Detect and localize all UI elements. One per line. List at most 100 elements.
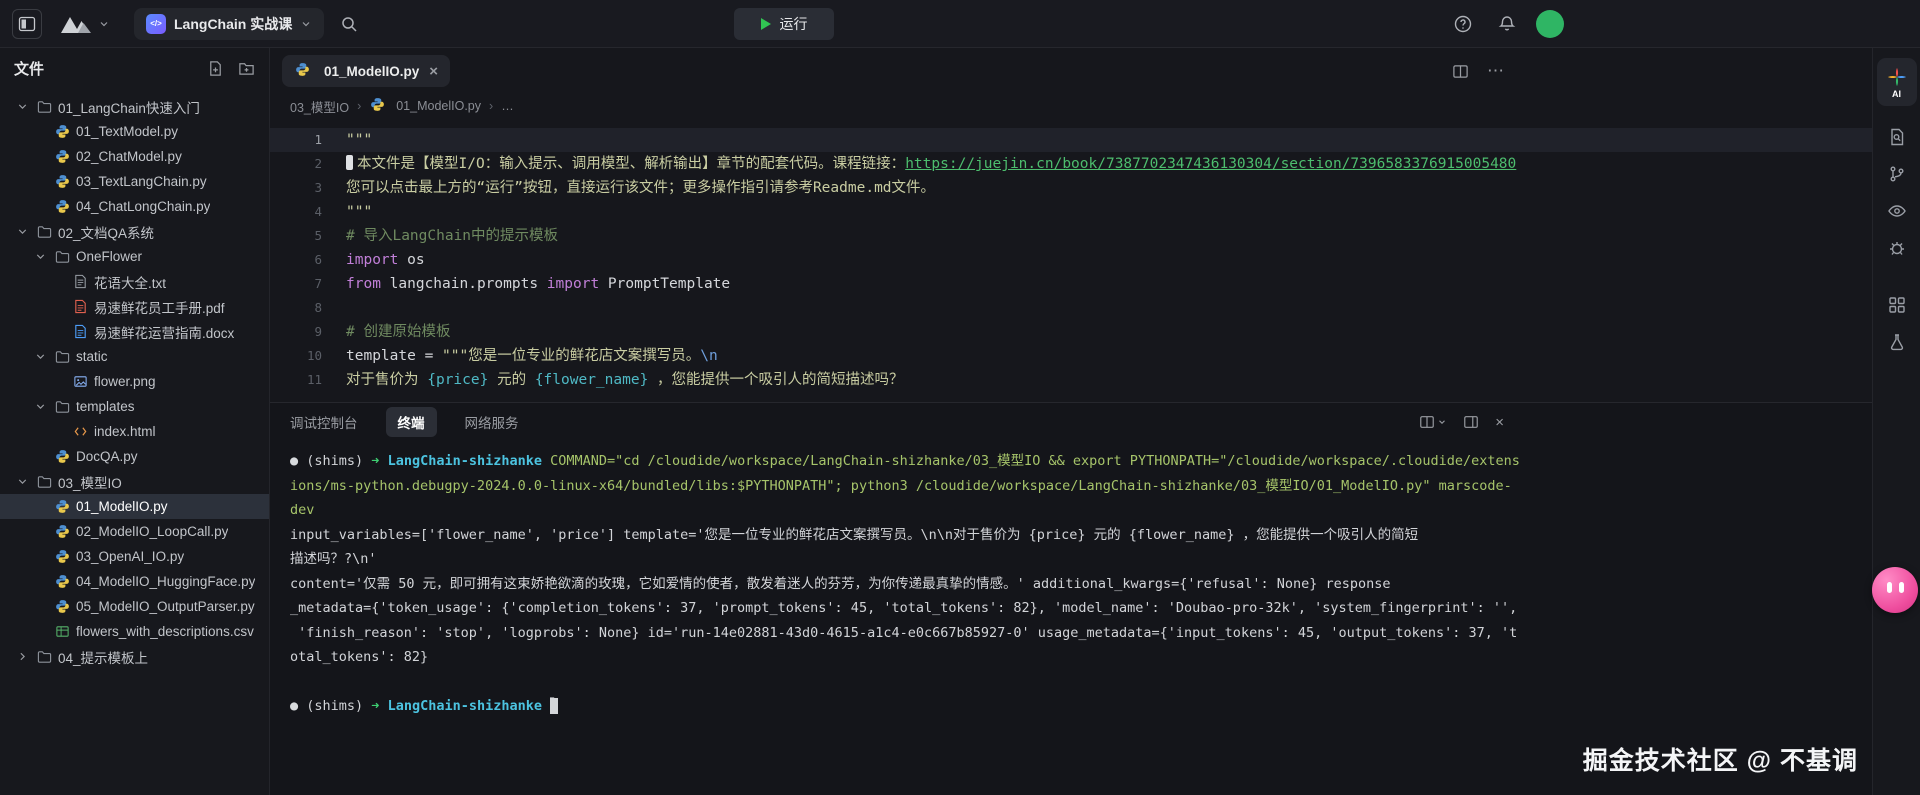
tree-file-flowers_with_descriptions.csv[interactable]: flowers_with_descriptions.csv <box>0 619 269 644</box>
code-editor[interactable]: 1"""2本文件是【模型I/O：输入提示、调用模型、解析输出】章节的配套代码。课… <box>270 120 1872 402</box>
line-number: 1 <box>270 128 322 152</box>
tree-folder-01_LangChain快速入门[interactable]: 01_LangChain快速入门 <box>0 94 269 119</box>
tree-folder-static[interactable]: static <box>0 344 269 369</box>
terminal-line-11: ● (shims) ➜ LangChain-shizhanke ▌ <box>290 694 1872 719</box>
sidebar-toggle-button[interactable] <box>12 9 42 39</box>
terminal-line-6: content='仅需 50 元，即可拥有这束娇艳欲滴的玫瑰，它如爱情的使者，散… <box>290 572 1872 597</box>
breadcrumb-folder[interactable]: 03_模型IO <box>290 97 349 116</box>
tree-file-花语大全.txt[interactable]: 花语大全.txt <box>0 269 269 294</box>
new-file-button[interactable] <box>207 60 224 77</box>
python-file-icon <box>54 524 71 539</box>
tree-file-01_ModelIO.py[interactable]: 01_ModelIO.py <box>0 494 269 519</box>
tree-item-label: 04_ChatLongChain.py <box>76 199 210 214</box>
tree-file-易速鲜花运营指南.docx[interactable]: 易速鲜花运营指南.docx <box>0 319 269 344</box>
tree-folder-OneFlower[interactable]: OneFlower <box>0 244 269 269</box>
notifications-button[interactable] <box>1492 9 1522 39</box>
watermark: 掘金技术社区 @ 不基调 <box>1583 741 1858 777</box>
tree-item-label: OneFlower <box>76 249 142 264</box>
editor-area: 01_ModelIO.py × ⋯ 03_模型IO › 01_ModelIO.p… <box>270 48 1872 795</box>
tree-folder-02_文档QA系统[interactable]: 02_文档QA系统 <box>0 219 269 244</box>
editor-more-button[interactable]: ⋯ <box>1487 61 1504 81</box>
code-line-1[interactable]: 1""" <box>270 128 1872 152</box>
ai-assistant-button[interactable]: AI <box>1877 58 1917 106</box>
tree-file-03_TextLangChain.py[interactable]: 03_TextLangChain.py <box>0 169 269 194</box>
code-line-3[interactable]: 3您可以点击最上方的“运行”按钮，直接运行该文件；更多操作指引请参考Readme… <box>270 176 1872 200</box>
doubao-assistant-button[interactable] <box>1872 567 1918 613</box>
code-line-11[interactable]: 11对于售价为 {price} 元的 {flower_name} ，您能提供一个… <box>270 368 1872 392</box>
tree-item-label: 02_ModelIO_LoopCall.py <box>76 524 228 539</box>
editor-tab-01-modelio[interactable]: 01_ModelIO.py × <box>282 55 450 87</box>
folder-icon <box>54 249 71 264</box>
tree-item-label: index.html <box>94 424 156 439</box>
ide-window: </> LangChain 实战课 运行 文件 <box>0 0 1920 795</box>
new-folder-icon <box>238 60 255 77</box>
tree-file-易速鲜花员工手册.pdf[interactable]: 易速鲜花员工手册.pdf <box>0 294 269 319</box>
code-line-2[interactable]: 2本文件是【模型I/O：输入提示、调用模型、解析输出】章节的配套代码。课程链接：… <box>270 152 1872 176</box>
run-button[interactable]: 运行 <box>734 8 834 40</box>
line-number: 11 <box>270 368 322 392</box>
app-logo-menu[interactable] <box>58 12 110 36</box>
code-line-text: from langchain.prompts import PromptTemp… <box>322 272 730 296</box>
folder-icon <box>36 649 53 664</box>
tree-file-01_TextModel.py[interactable]: 01_TextModel.py <box>0 119 269 144</box>
code-line-9[interactable]: 9# 创建原始模板 <box>270 320 1872 344</box>
breadcrumb-file[interactable]: 01_ModelIO.py <box>369 97 481 115</box>
tree-file-flower.png[interactable]: flower.png <box>0 369 269 394</box>
breadcrumb-symbol[interactable]: … <box>501 99 514 113</box>
tree-folder-04_提示模板上[interactable]: 04_提示模板上 <box>0 644 269 669</box>
tree-file-05_ModelIO_OutputParser.py[interactable]: 05_ModelIO_OutputParser.py <box>0 594 269 619</box>
debug-button[interactable] <box>1877 229 1917 266</box>
panel-layout-icon <box>1463 414 1479 430</box>
preview-button[interactable] <box>1877 192 1917 229</box>
panel-layout-button[interactable] <box>1463 414 1479 430</box>
tree-item-label: 01_ModelIO.py <box>76 499 168 514</box>
chevron-down-icon <box>14 100 31 113</box>
tree-folder-templates[interactable]: templates <box>0 394 269 419</box>
tab-web-service[interactable]: 网络服务 <box>465 412 519 432</box>
split-editor-button[interactable] <box>1452 63 1469 80</box>
tab-close-icon[interactable]: × <box>429 63 438 80</box>
top-bar: </> LangChain 实战课 运行 <box>0 0 1920 48</box>
file-explorer-panel: 文件 01_LangChain快速入门01_TextModel.py02_Cha… <box>0 48 270 795</box>
pdf-file-icon <box>72 299 89 314</box>
tree-file-02_ModelIO_LoopCall.py[interactable]: 02_ModelIO_LoopCall.py <box>0 519 269 544</box>
tab-debug-console[interactable]: 调试控制台 <box>290 412 358 432</box>
python-file-icon <box>369 97 391 115</box>
tree-item-label: flower.png <box>94 374 156 389</box>
chevron-down-icon <box>1437 417 1447 427</box>
tree-file-04_ChatLongChain.py[interactable]: 04_ChatLongChain.py <box>0 194 269 219</box>
python-file-icon <box>54 449 71 464</box>
code-line-7[interactable]: 7from langchain.prompts import PromptTem… <box>270 272 1872 296</box>
tree-file-03_OpenAI_IO.py[interactable]: 03_OpenAI_IO.py <box>0 544 269 569</box>
line-number: 2 <box>270 152 322 176</box>
help-button[interactable] <box>1448 9 1478 39</box>
project-switcher[interactable]: </> LangChain 实战课 <box>134 8 324 40</box>
source-control-button[interactable] <box>1877 155 1917 192</box>
panel-close-button[interactable]: × <box>1495 414 1504 431</box>
bottom-panel: 调试控制台 终端 网络服务 × ● (shims) ➜ LangChain-sh… <box>270 402 1872 795</box>
tree-item-label: 04_ModelIO_HuggingFace.py <box>76 574 255 589</box>
bell-icon <box>1497 14 1517 34</box>
file-search-button[interactable] <box>1877 118 1917 155</box>
extensions-button[interactable] <box>1877 286 1917 323</box>
search-button[interactable] <box>334 9 364 39</box>
code-line-10[interactable]: 10template = """您是一位专业的鲜花店文案撰写员。\n <box>270 344 1872 368</box>
terminal-line-5: 描述吗？?\n' <box>290 547 1872 572</box>
new-folder-button[interactable] <box>238 60 255 77</box>
tree-item-label: 02_ChatModel.py <box>76 149 182 164</box>
user-avatar[interactable] <box>1536 10 1564 38</box>
code-line-8[interactable]: 8 <box>270 296 1872 320</box>
python-file-icon <box>294 62 311 77</box>
tab-terminal[interactable]: 终端 <box>386 407 437 437</box>
test-button[interactable] <box>1877 323 1917 360</box>
tree-file-02_ChatModel.py[interactable]: 02_ChatModel.py <box>0 144 269 169</box>
tree-file-04_ModelIO_HuggingFace.py[interactable]: 04_ModelIO_HuggingFace.py <box>0 569 269 594</box>
code-line-6[interactable]: 6import os <box>270 248 1872 272</box>
tree-file-DocQA.py[interactable]: DocQA.py <box>0 444 269 469</box>
code-line-4[interactable]: 4""" <box>270 200 1872 224</box>
split-terminal-button[interactable] <box>1419 414 1447 430</box>
tree-folder-03_模型IO[interactable]: 03_模型IO <box>0 469 269 494</box>
code-line-5[interactable]: 5# 导入LangChain中的提示模板 <box>270 224 1872 248</box>
terminal-line-1: ● (shims) ➜ LangChain-shizhanke COMMAND=… <box>290 449 1872 474</box>
tree-file-index.html[interactable]: index.html <box>0 419 269 444</box>
